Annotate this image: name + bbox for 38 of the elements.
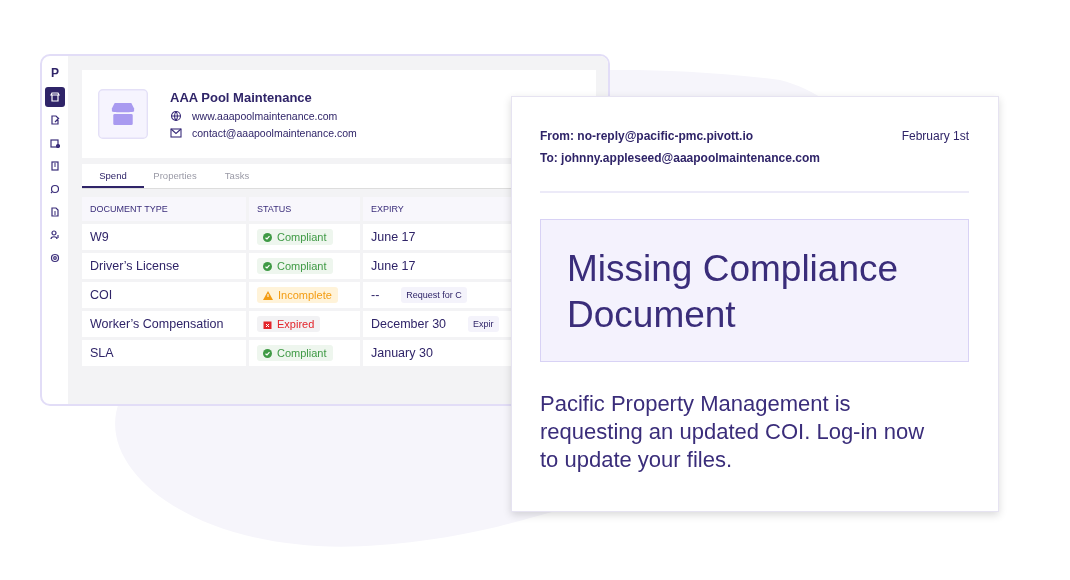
action-chip[interactable]: Expir <box>468 316 499 332</box>
mail-icon <box>170 127 182 138</box>
status-badge: Compliant <box>257 345 333 361</box>
table-cell: SLA <box>82 340 246 366</box>
column-header: DOCUMENT TYPE <box>82 197 246 221</box>
app-logo: P <box>51 66 59 80</box>
expiry-date: June 17 <box>371 230 416 244</box>
table-cell: COI <box>82 282 246 308</box>
expiry-date: December 30 <box>371 317 447 331</box>
vendor-website[interactable]: www.aaapoolmaintenance.com <box>192 109 338 122</box>
expiry-date: January 30 <box>371 346 433 360</box>
table-cell: Worker’s Compensation <box>82 311 246 337</box>
vendor-email[interactable]: contact@aaapoolmaintenance.com <box>192 126 357 139</box>
column-header: STATUS <box>249 197 360 221</box>
status-badge: Expired <box>257 316 321 332</box>
globe-icon <box>170 109 182 122</box>
check-icon <box>263 261 272 271</box>
tab[interactable]: Spend <box>82 164 144 188</box>
status-badge: Compliant <box>257 229 333 245</box>
email-body: Pacific Property Management is requesting an updated COI. Log-in now to update your files. <box>540 390 926 474</box>
action-chip[interactable]: Request for C <box>401 287 467 303</box>
status-badge: Compliant <box>257 258 333 274</box>
warning-icon <box>263 290 273 300</box>
check-icon <box>263 232 272 242</box>
email-from: From: no-reply@pacific-pmc.pivott.io <box>540 129 755 143</box>
check-icon <box>263 348 272 358</box>
expiry-date: -- <box>371 288 380 302</box>
vendor-name: AAA Pool Maintenance <box>170 89 313 105</box>
table-cell: W9 <box>82 224 246 250</box>
table-cell: Driver’s License <box>82 253 246 279</box>
store-icon <box>98 89 148 139</box>
sidebar-store-icon[interactable] <box>45 87 65 107</box>
email-heading: Missing Compliance Document <box>567 247 900 337</box>
email-date: February 1st <box>901 129 969 145</box>
email-to: To: johnny.appleseed@aaapoolmaintenance.com <box>540 151 820 165</box>
expiry-date: June 17 <box>371 259 416 273</box>
calendar-icon <box>263 319 272 329</box>
status-badge: Incomplete <box>257 287 338 303</box>
